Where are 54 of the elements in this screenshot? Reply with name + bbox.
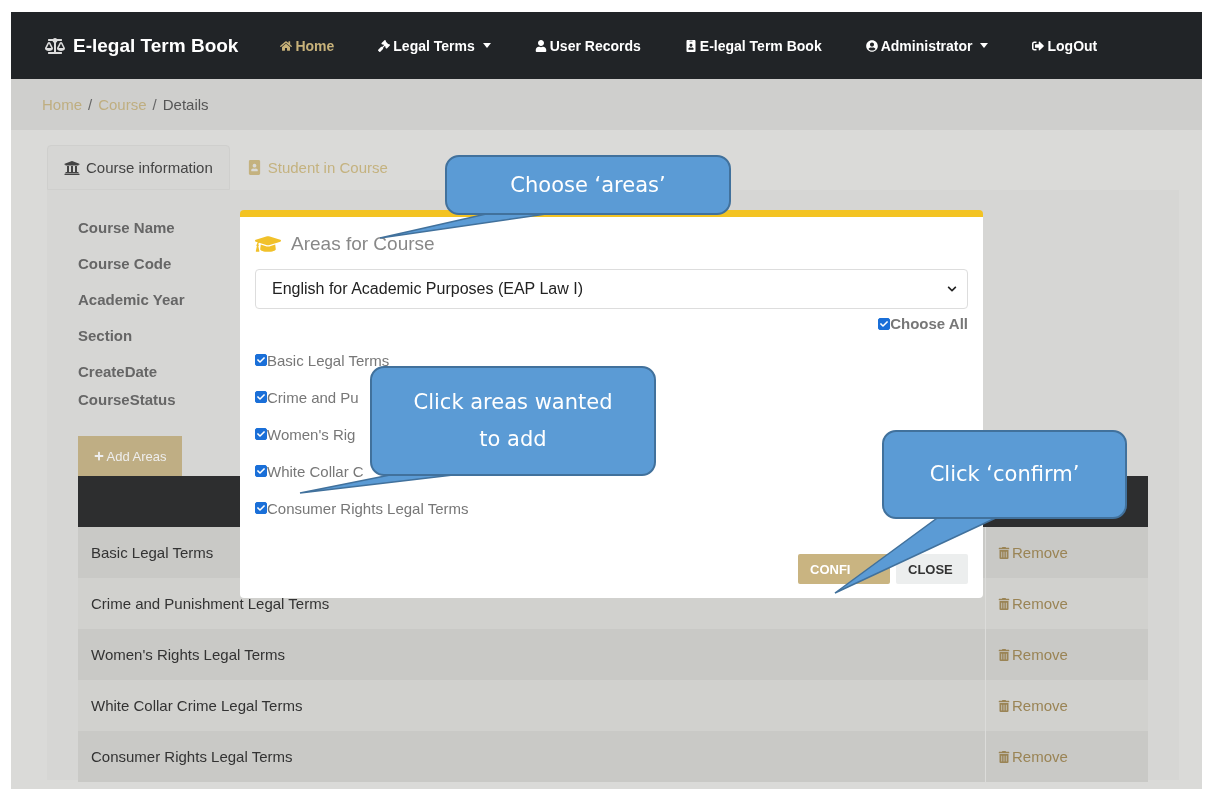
trash-icon [998,597,1010,610]
table-cell: Crime and Punishment Legal Terms [91,595,330,612]
area-checkbox[interactable]: Crime and Pu [255,387,359,407]
id-badge-icon [684,39,697,52]
table-cell: Basic Legal Terms [91,544,214,561]
checkbox[interactable] [255,502,267,514]
home-icon [280,39,293,52]
table-cell: Women's Rights Legal Terms [91,646,286,663]
course-select[interactable]: English for Academic Purposes (EAP Law I) [255,269,968,309]
choose-all-checkbox[interactable]: Choose All [878,315,968,332]
field-label: CreateDate [78,362,158,382]
breadcrumb-separator: / [88,96,93,113]
remove-link[interactable]: Remove [998,697,1068,714]
trash-icon [998,750,1010,763]
nav-link[interactable]: Home [280,37,335,54]
area-checkbox[interactable]: White Collar C [255,461,364,481]
user-icon [534,39,547,52]
trash-icon [998,648,1010,661]
modal-title: Areas for Course [291,233,435,255]
close-button[interactable]: CLOSE [896,554,968,584]
area-checkbox[interactable]: Consumer Rights Legal Terms [255,498,469,518]
field-label: CourseStatus [78,390,176,410]
field-label: Section [78,326,133,346]
gavel-icon [378,39,391,52]
portrait-icon [246,160,262,175]
bank-icon [64,159,80,176]
checkbox[interactable] [878,317,891,330]
field-label: Course Name [78,218,175,238]
plus-icon [93,451,104,461]
field-label: Course Code [78,254,172,274]
breadcrumb-item[interactable]: Details [162,96,209,113]
brand-link[interactable]: E-legal Term Book [45,34,239,57]
nav-link[interactable]: Legal Terms [378,37,491,54]
checkbox[interactable] [255,465,267,477]
breadcrumb-separator: / [152,96,157,113]
checkbox[interactable] [255,391,267,403]
tab[interactable]: Course information [47,145,230,190]
trash-icon [998,699,1010,712]
remove-link[interactable]: Remove [998,595,1068,612]
checkbox[interactable] [255,354,267,366]
checkbox[interactable] [255,428,267,440]
scales-icon [45,35,65,56]
logout-icon [1032,39,1045,52]
table-cell: Consumer Rights Legal Terms [91,748,293,765]
nav-link[interactable]: Administrator [865,37,989,54]
table-cell: White Collar Crime Legal Terms [91,697,303,714]
callout-tooltip: Click ‘confirm’ [882,430,1127,519]
nav-link[interactable]: User Records [534,37,641,54]
chevron-down-icon [947,284,957,294]
trash-icon [998,546,1010,559]
field-label: Academic Year [78,290,185,310]
nav-link[interactable]: LogOut [1032,37,1098,54]
nav-link[interactable]: E-legal Term Book [684,37,822,54]
area-checkbox[interactable]: Women's Rig [255,424,356,444]
